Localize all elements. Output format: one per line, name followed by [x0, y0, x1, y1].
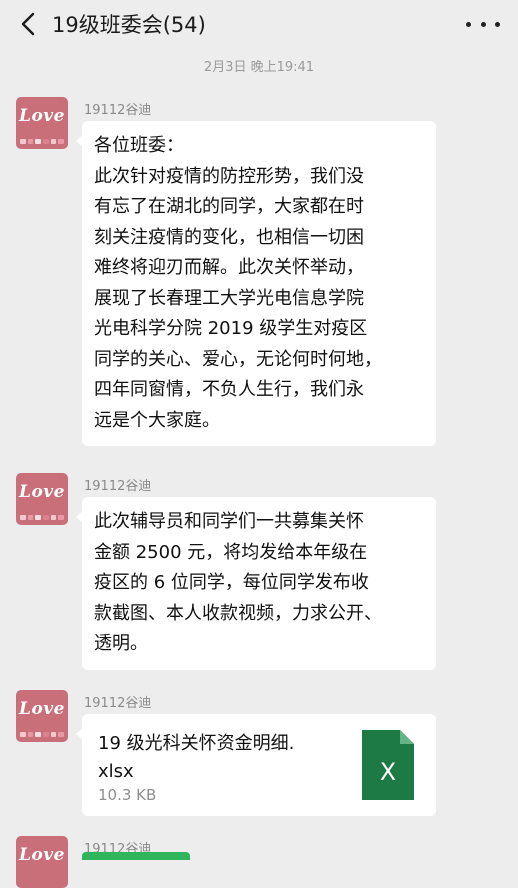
- message-line: 刻关注疫情的变化，也相信一切困: [94, 226, 364, 248]
- sender-name: 19112谷迪: [84, 103, 152, 118]
- file-size: 10.3 KB: [98, 786, 157, 804]
- file-attachment[interactable]: 19 级光科关怀资金明细. xlsx 10.3 KB X: [76, 714, 436, 816]
- excel-file-letter: X: [380, 758, 396, 786]
- message-line: 难终将迎刃而解。此次关怀举动，: [94, 257, 364, 278]
- message-line: 光电科学分院 2019 级学生对疫区: [94, 318, 368, 339]
- message-line: 远是个大家庭。: [94, 409, 220, 431]
- more-options-button[interactable]: [466, 12, 500, 36]
- chat-header: 19级班委会(54): [0, 0, 518, 48]
- avatar[interactable]: Love: [16, 690, 68, 742]
- avatar[interactable]: Love: [16, 836, 68, 888]
- sender-name: 19112谷迪: [84, 696, 152, 711]
- message-line: 此次辅导员和同学们一共募集关怀: [94, 511, 364, 532]
- chat-title: 19级班委会(54): [52, 13, 206, 37]
- more-dots-icon: [466, 21, 471, 27]
- message-bubble-partial[interactable]: [82, 852, 190, 860]
- back-button[interactable]: [14, 10, 42, 38]
- message-line: 金额 2500 元，将均发给本年级在: [94, 541, 368, 563]
- avatar[interactable]: Love: [16, 97, 68, 149]
- message-line: 疫区的 6 位同学，每位同学发布收: [94, 572, 369, 593]
- message-line: 透明。: [94, 633, 148, 654]
- message-timestamp: 2月3日 晚上19:41: [203, 60, 315, 75]
- message-line: 四年同窗情，不负人生行，我们永: [94, 379, 364, 400]
- file-name: 19 级光科关怀资金明细. xlsx: [98, 733, 295, 782]
- message-line: 展现了长春理工大学光电信息学院: [94, 287, 364, 309]
- chevron-left-icon: [21, 12, 35, 36]
- sender-name: 19112谷迪: [84, 479, 152, 494]
- message-line: 各位班委：: [94, 135, 184, 156]
- message-bubble[interactable]: 此次辅导员和同学们一共募集关怀 金额 2500 元，将均发给本年级在 疫区的 6…: [76, 497, 436, 670]
- message-bubble[interactable]: 各位班委： 此次针对疫情的防控形势，我们没 有忘了在湖北的同学，大家都在时 刻关…: [76, 121, 436, 446]
- excel-file-icon: X: [362, 730, 414, 800]
- message-line: 有忘了在湖北的同学，大家都在时: [94, 196, 364, 217]
- message-line: 款截图、本人收款视频，力求公开、: [94, 602, 382, 624]
- message-line: 同学的关心、爱心，无论何时何地，: [94, 348, 382, 370]
- message-line: 此次针对疫情的防控形势，我们没: [94, 165, 364, 187]
- avatar[interactable]: Love: [16, 473, 68, 525]
